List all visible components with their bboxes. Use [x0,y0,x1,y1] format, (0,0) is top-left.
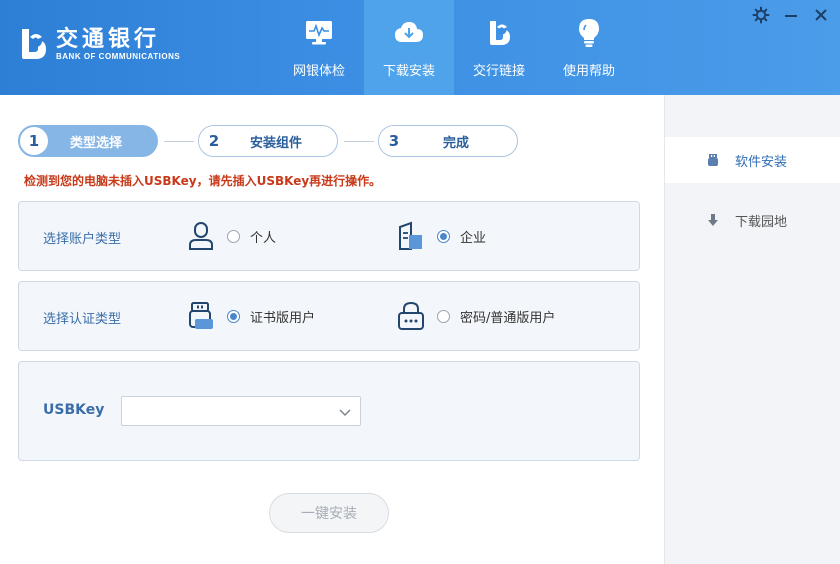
window-controls [750,4,832,26]
step-type-select: 1 类型选择 [18,125,158,157]
usbkey-icon [187,301,215,331]
nav-bocom-links[interactable]: 交行链接 [454,0,544,95]
step-number: 3 [379,126,409,156]
download-arrow-icon [705,212,721,228]
usbkey-label: USBKey [43,402,105,418]
step-connector [344,141,374,142]
top-nav: 网银体检 下载安装 交行链接 使用帮助 [274,0,634,95]
option-label: 个人 [250,230,277,246]
sidebar-item-label: 下载园地 [735,214,788,230]
sidebar-item-download-area[interactable]: 下载园地 [665,197,840,243]
nav-label: 网银体检 [292,64,345,79]
option-label: 证书版用户 [250,310,316,326]
nav-label: 交行链接 [472,64,525,79]
chevron-down-icon [338,404,352,418]
main-content: 1 类型选择 2 安装组件 3 完成 检测到您的电脑未插入USBKey，请先插入… [0,95,664,564]
brand-name-en: BANK OF COMMUNICATIONS [56,51,181,61]
enterprise-building-icon [397,221,425,251]
radio-password[interactable] [437,309,450,323]
account-type-panel: 选择账户类型 个人 企业 [18,201,640,271]
step-connector [164,141,194,142]
cloud-download-icon [394,18,424,48]
step-install-components: 2 安装组件 [198,125,338,157]
lightbulb-icon [574,18,604,48]
nav-health-check[interactable]: 网银体检 [274,0,364,95]
close-icon[interactable] [810,4,832,26]
usbkey-select[interactable] [121,396,361,426]
bocom-logo-icon [16,27,48,61]
nav-label: 下载安装 [382,64,435,79]
step-label: 类型选择 [69,135,122,151]
auth-type-label: 选择认证类型 [43,312,122,327]
nav-download-install[interactable]: 下载安装 [364,0,454,95]
step-label: 完成 [442,135,469,151]
gear-icon[interactable] [750,4,772,26]
auth-type-panel: 选择认证类型 证书版用户 密码/普通版用户 [18,281,640,351]
usbkey-warning: 检测到您的电脑未插入USBKey，请先插入USBKey再进行操作。 [24,174,382,188]
sidebar-item-software-install[interactable]: 软件安装 [665,137,840,183]
step-number: 2 [199,126,229,156]
app-header: 交通银行 BANK OF COMMUNICATIONS 网银体检 下载安装 交行… [0,0,840,95]
bank-logo: 交通银行 BANK OF COMMUNICATIONS [16,24,180,64]
nav-help[interactable]: 使用帮助 [544,0,634,95]
one-click-install-button[interactable]: 一键安装 [269,493,389,533]
account-type-label: 选择账户类型 [43,232,122,247]
option-enterprise: 企业 [397,221,486,251]
nav-label: 使用帮助 [562,64,615,79]
bank-logo-link-icon [484,18,514,48]
radio-enterprise[interactable] [437,229,450,243]
step-complete: 3 完成 [378,125,518,157]
option-label: 企业 [460,230,487,246]
monitor-pulse-icon [304,18,334,48]
radio-certificate[interactable] [227,309,240,323]
step-number: 1 [19,126,49,156]
right-sidebar: 软件安装 下载园地 [664,95,840,564]
person-icon [187,221,215,251]
option-label: 密码/普通版用户 [460,310,556,326]
sidebar-item-label: 软件安装 [735,154,788,170]
option-personal: 个人 [187,221,276,251]
brand-name-cn: 交通银行 [56,25,161,52]
usbkey-panel: USBKey [18,361,640,461]
usb-device-icon [705,152,721,168]
password-lock-icon [397,301,425,331]
option-certificate: 证书版用户 [187,301,315,331]
radio-personal[interactable] [227,229,240,243]
option-password: 密码/普通版用户 [397,301,555,331]
step-label: 安装组件 [249,135,302,151]
minimize-icon[interactable] [780,4,802,26]
